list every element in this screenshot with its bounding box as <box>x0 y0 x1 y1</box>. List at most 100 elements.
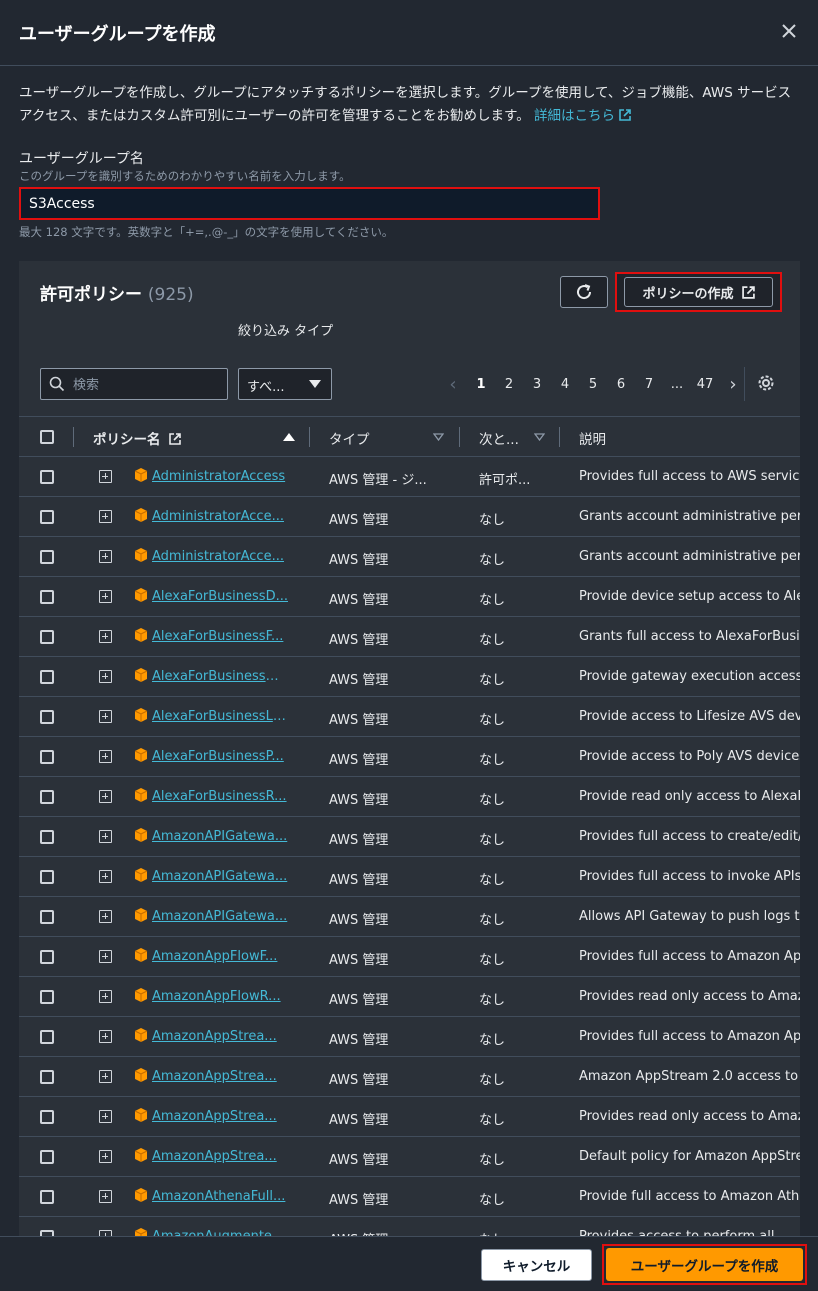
row-checkbox[interactable] <box>40 750 54 764</box>
refresh-button[interactable] <box>560 276 608 308</box>
row-checkbox[interactable] <box>40 510 54 524</box>
policy-name-link[interactable]: AmazonAppFlowF... <box>152 949 288 964</box>
settings-gear-icon[interactable] <box>757 374 775 392</box>
policy-name-link[interactable]: AmazonAthenaFull... <box>152 1189 288 1204</box>
expand-icon[interactable] <box>99 910 112 923</box>
page-1[interactable]: 1 <box>467 377 495 392</box>
type-filter-select[interactable]: すべ... <box>238 368 332 400</box>
page-6[interactable]: 6 <box>607 377 635 392</box>
policy-name-link[interactable]: AdministratorAcce... <box>152 549 288 564</box>
expand-icon[interactable] <box>99 550 112 563</box>
row-checkbox[interactable] <box>40 1070 54 1084</box>
expand-icon[interactable] <box>99 790 112 803</box>
cancel-button[interactable]: キャンセル <box>481 1249 592 1281</box>
table-row: AlexaForBusinessG... AWS 管理 なし Provide gate… <box>19 657 800 697</box>
policy-name-link[interactable]: AlexaForBusinessD... <box>152 589 288 604</box>
expand-icon[interactable] <box>99 1150 112 1163</box>
row-checkbox[interactable] <box>40 990 54 1004</box>
expand-icon[interactable] <box>99 750 112 763</box>
row-checkbox[interactable] <box>40 790 54 804</box>
expand-icon[interactable] <box>99 990 112 1003</box>
column-header-next[interactable]: 次と... <box>479 428 519 448</box>
row-checkbox[interactable] <box>40 1030 54 1044</box>
create-user-group-button[interactable]: ユーザーグループを作成 <box>606 1248 803 1281</box>
row-checkbox[interactable] <box>40 670 54 684</box>
policy-name-link[interactable]: AdministratorAcce... <box>152 509 288 524</box>
column-header-name[interactable]: ポリシー名 <box>93 428 182 448</box>
policy-name-link[interactable]: AmazonAPIGatewa... <box>152 829 288 844</box>
page-47[interactable]: 47 <box>691 377 719 392</box>
table-row: AmazonAPIGatewa... AWS 管理 なし Allows API Gat… <box>19 897 800 937</box>
policy-name-link[interactable]: AmazonAppStrea... <box>152 1069 288 1084</box>
expand-icon[interactable] <box>99 710 112 723</box>
page-3[interactable]: 3 <box>523 377 551 392</box>
create-policy-button[interactable]: ポリシーの作成 <box>624 277 773 307</box>
page-7[interactable]: 7 <box>635 377 663 392</box>
row-checkbox[interactable] <box>40 630 54 644</box>
expand-icon[interactable] <box>99 1190 112 1203</box>
row-checkbox[interactable] <box>40 870 54 884</box>
policy-name-link[interactable]: AlexaForBusinessR... <box>152 789 288 804</box>
policy-name-link[interactable]: AmazonAPIGatewa... <box>152 869 288 884</box>
row-checkbox[interactable] <box>40 470 54 484</box>
policy-cube-icon <box>134 1228 148 1236</box>
policy-name-link[interactable]: AmazonAppFlowR... <box>152 989 288 1004</box>
row-checkbox[interactable] <box>40 550 54 564</box>
policy-search-box[interactable] <box>40 368 228 400</box>
sort-icon[interactable] <box>534 433 545 441</box>
expand-icon[interactable] <box>99 510 112 523</box>
expand-icon[interactable] <box>99 1110 112 1123</box>
row-checkbox[interactable] <box>40 1150 54 1164</box>
next-page-icon[interactable]: › <box>719 374 747 395</box>
learn-more-link[interactable]: 詳細はこちら <box>534 108 631 124</box>
expand-icon[interactable] <box>99 470 112 483</box>
close-icon[interactable] <box>778 22 800 44</box>
policy-type: AWS 管理 <box>329 1193 389 1208</box>
policy-search-input[interactable] <box>73 375 223 395</box>
column-header-type[interactable]: タイプ <box>329 428 370 448</box>
expand-icon[interactable] <box>99 830 112 843</box>
row-checkbox[interactable] <box>40 1190 54 1204</box>
sort-icon[interactable] <box>433 433 444 441</box>
policy-name-link[interactable]: AlexaForBusinessLi... <box>152 709 288 724</box>
policy-description: Provide read only access to AlexaFo <box>579 789 800 804</box>
policy-name-link[interactable]: AdministratorAccess <box>152 469 288 484</box>
policy-name-link[interactable]: AmazonAugmente... <box>152 1229 288 1236</box>
expand-icon[interactable] <box>99 590 112 603</box>
policy-name-link[interactable]: AmazonAPIGatewa... <box>152 909 288 924</box>
policy-description: Provides full access to Amazon App <box>579 949 800 964</box>
policy-cube-icon <box>134 1068 148 1082</box>
row-checkbox[interactable] <box>40 590 54 604</box>
row-checkbox[interactable] <box>40 1110 54 1124</box>
expand-icon[interactable] <box>99 1070 112 1083</box>
select-all-checkbox[interactable] <box>40 430 54 444</box>
expand-icon[interactable] <box>99 1030 112 1043</box>
table-row: AlexaForBusinessF... AWS 管理 なし Grants full … <box>19 617 800 657</box>
policy-type: AWS 管理 <box>329 1229 437 1236</box>
page-2[interactable]: 2 <box>495 377 523 392</box>
modal-header: ユーザーグループを作成 <box>0 0 818 66</box>
policy-name-link[interactable]: AlexaForBusinessG... <box>152 669 288 684</box>
policy-cube-icon <box>134 828 148 842</box>
group-name-input[interactable] <box>19 187 600 220</box>
policy-name-link[interactable]: AmazonAppStrea... <box>152 1109 288 1124</box>
policy-name-link[interactable]: AmazonAppStrea... <box>152 1029 288 1044</box>
sort-ascending-icon[interactable] <box>283 433 295 441</box>
policy-name-link[interactable]: AlexaForBusinessF... <box>152 629 288 644</box>
policy-name-link[interactable]: AlexaForBusinessP... <box>152 749 288 764</box>
prev-page-icon[interactable]: ‹ <box>439 374 467 395</box>
expand-icon[interactable] <box>99 670 112 683</box>
expand-icon[interactable] <box>99 950 112 963</box>
page-4[interactable]: 4 <box>551 377 579 392</box>
expand-icon[interactable] <box>99 630 112 643</box>
row-checkbox[interactable] <box>40 910 54 924</box>
group-name-constraint: 最大 128 文字です。英数字と「+=,.@-_」の文字を使用してください。 <box>19 225 394 239</box>
policy-cube-icon <box>134 788 148 802</box>
page-5[interactable]: 5 <box>579 377 607 392</box>
expand-icon[interactable] <box>99 870 112 883</box>
row-checkbox[interactable] <box>40 830 54 844</box>
policy-name-link[interactable]: AmazonAppStrea... <box>152 1149 288 1164</box>
policy-used-as: なし <box>479 1033 506 1048</box>
row-checkbox[interactable] <box>40 710 54 724</box>
row-checkbox[interactable] <box>40 950 54 964</box>
